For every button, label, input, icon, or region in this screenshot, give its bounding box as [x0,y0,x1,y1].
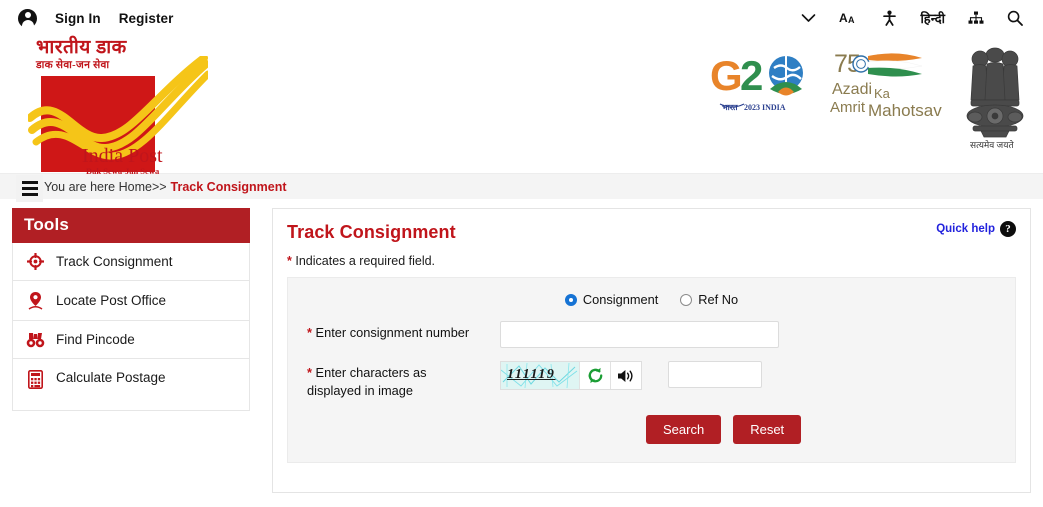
radio-ref-no-input[interactable] [680,293,693,306]
consignment-number-input[interactable] [500,321,779,348]
language-hindi-link[interactable]: हिन्दी [920,9,945,27]
required-star: * [287,254,292,268]
consignment-number-label-text: Enter consignment number [315,325,470,340]
svg-text:2: 2 [740,52,763,99]
required-star: * [307,365,312,380]
captcha-widget: 111119 [500,361,642,390]
right-logo-group: G 2 भारत 2023 INDIA G20 7 5 [708,42,1031,154]
chevron-down-icon[interactable] [801,13,816,23]
breadcrumb: You are here Home>> Track Consignment [0,173,1043,199]
track-form: Consignment Ref No * Enter consignment n… [287,277,1016,464]
required-field-note: * Indicates a required field. [287,254,1016,268]
sitemap-icon[interactable] [968,11,984,25]
azadi-ka-amrit-mahotsav-logo: 7 5 Azadi Ka Amrit Mahotsav [830,42,945,124]
user-account-icon[interactable] [18,8,37,28]
speaker-audio-icon[interactable] [610,362,641,389]
svg-text:A: A [839,11,848,25]
topbar-right-group: A A हिन्दी [801,9,1029,27]
captcha-label-line2: displayed in image [307,382,413,398]
sidebar-item-track-consignment[interactable]: Track Consignment [12,243,250,281]
sidebar-item-locate-post-office[interactable]: Locate Post Office [12,281,250,321]
sidebar-item-find-pincode[interactable]: Find Pincode [12,321,250,359]
logo-english-tagline: Dak Sewa-Jan Sewa [86,166,160,176]
emblem-motto: सत्यमेव जयते [970,139,1014,150]
captcha-image: 111119 [501,362,579,389]
captcha-text: 111119 [507,367,556,382]
reset-button[interactable]: Reset [733,415,802,445]
svg-text:A: A [848,15,855,25]
font-size-icon[interactable]: A A [839,10,859,26]
svg-text:Amrit: Amrit [830,99,866,116]
svg-text:Ka: Ka [874,86,891,101]
sidebar-item-label: Locate Post Office [56,293,167,308]
consignment-number-row: * Enter consignment number [288,321,1015,348]
calculator-icon [26,370,45,389]
topbar-left-group: Sign In Register [18,8,174,28]
captcha-row: * Enter characters as displayed in image… [288,361,1015,399]
track-consignment-panel: Track Consignment Quick help ? * Indicat… [272,208,1031,493]
binoculars-icon [26,331,45,348]
breadcrumb-prefix: You are here Home>> [44,179,167,194]
consignment-number-label: * Enter consignment number [288,321,500,342]
help-question-icon: ? [1000,221,1016,237]
tools-sidebar: Tools Track Consignment Locate Post Offi… [12,208,250,411]
required-note-text: Indicates a required field. [295,254,436,268]
captcha-label: * Enter characters as displayed in image [288,361,500,399]
form-action-buttons: Search Reset [288,415,1015,445]
quick-help-label: Quick help [936,223,995,235]
svg-text:2023 INDIA: 2023 INDIA [744,103,786,112]
national-emblem-ashoka: सत्यमेव जयते [959,42,1031,154]
india-post-logo[interactable]: भारतीय डाक डाक सेवा-जन सेवा India Post D… [28,37,208,176]
logo-english-title: India Post [82,145,163,167]
radio-consignment-input[interactable] [564,293,577,306]
g20-logo: G 2 भारत 2023 INDIA G20 [708,42,816,124]
sidebar-item-calculate-postage[interactable]: Calculate Postage [12,359,250,411]
svg-text:G: G [710,52,743,99]
captcha-label-line1: Enter characters as [315,365,427,380]
search-button[interactable]: Search [646,415,722,445]
sidebar-item-label: Track Consignment [56,254,173,269]
svg-text:7: 7 [834,50,848,78]
search-type-radio-group: Consignment Ref No [288,292,1015,307]
page-title: Track Consignment [287,222,456,242]
page-content: Tools Track Consignment Locate Post Offi… [0,199,1043,493]
radio-option-ref-no[interactable]: Ref No [680,292,738,307]
quick-help-link[interactable]: Quick help ? [936,221,1016,237]
logo-hindi-title: भारतीय डाक [36,37,127,58]
sidebar-item-label: Calculate Postage [56,370,166,385]
hamburger-bar [21,181,38,184]
refresh-captcha-icon[interactable] [579,362,610,389]
breadcrumb-current[interactable]: Track Consignment [171,180,287,194]
sign-in-link[interactable]: Sign In [55,11,101,26]
svg-text:Mahotsav: Mahotsav [868,101,942,120]
sidebar-heading: Tools [12,208,250,243]
register-link[interactable]: Register [119,11,174,26]
hamburger-menu-button[interactable] [16,175,43,202]
hamburger-bar [21,187,38,190]
panel-header: Track Consignment Quick help ? [287,221,1016,243]
required-star: * [307,325,312,340]
sidebar-item-label: Find Pincode [56,332,135,347]
top-utility-bar: Sign In Register A A हिन्दी [0,0,1043,36]
logo-band: भारतीय डाक डाक सेवा-जन सेवा India Post D… [0,36,1043,202]
captcha-answer-input[interactable] [668,361,762,388]
map-pin-icon [26,291,45,310]
search-icon[interactable] [1007,10,1023,26]
accessibility-icon[interactable] [882,10,897,26]
hamburger-bar [21,193,38,196]
svg-text:Azadi: Azadi [832,81,872,98]
radio-option-consignment[interactable]: Consignment [564,292,659,307]
radio-consignment-label: Consignment [582,292,659,307]
radio-ref-no-label: Ref No [698,292,739,307]
crosshair-target-icon [26,253,45,270]
